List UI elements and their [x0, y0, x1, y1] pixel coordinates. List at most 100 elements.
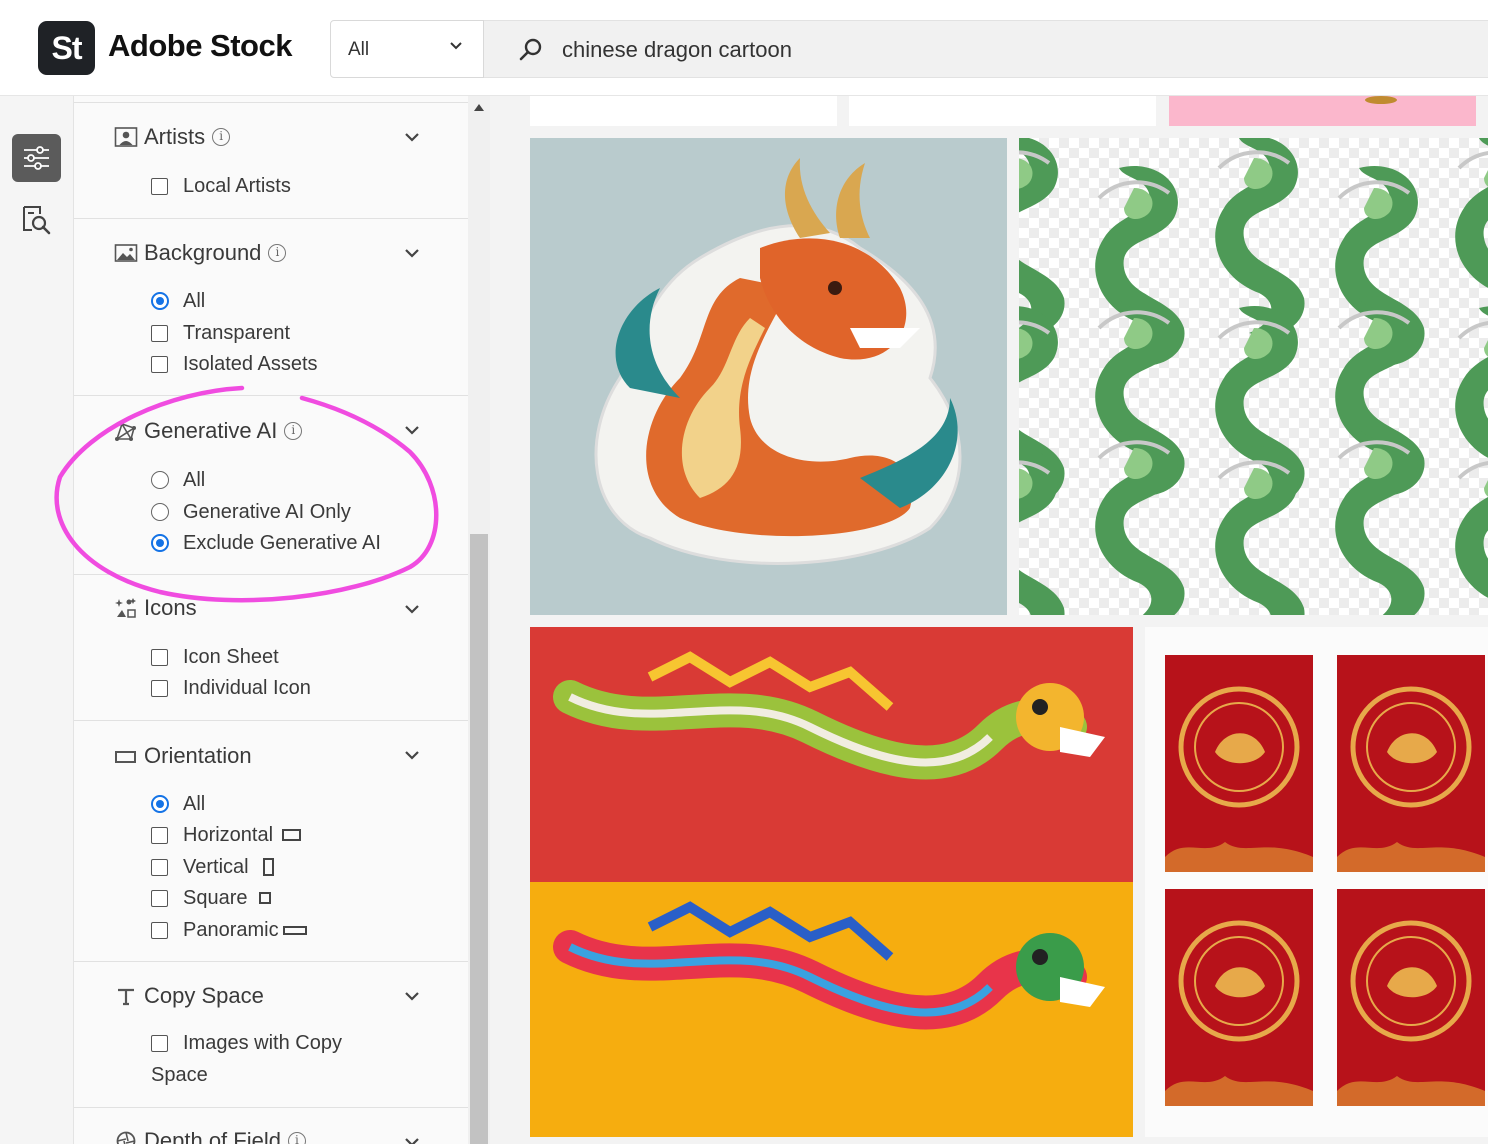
- filter-section-orientation: Orientation All Horizontal Vertical Squa…: [74, 720, 468, 962]
- adobe-stock-logo[interactable]: St: [38, 21, 95, 75]
- option-label: Panoramic: [183, 918, 279, 941]
- checkbox[interactable]: [151, 679, 168, 697]
- background-header[interactable]: Background i: [114, 238, 287, 268]
- filter-panel: Artists i Local Artists Background i All…: [74, 96, 468, 1144]
- section-title: Generative AI: [144, 418, 278, 443]
- content-type-value: All: [348, 39, 370, 60]
- checkbox-square[interactable]: Square: [151, 885, 271, 911]
- icons-header[interactable]: Icons: [114, 593, 197, 623]
- radio-button[interactable]: [151, 534, 169, 552]
- checkbox-isolated-assets[interactable]: Isolated Assets: [151, 351, 318, 377]
- results-grid: [490, 96, 1488, 1144]
- search-input[interactable]: chinese dragon cartoon: [562, 37, 792, 63]
- visual-search-icon[interactable]: [20, 204, 52, 236]
- option-label: Square: [183, 886, 248, 909]
- chevron-down-icon[interactable]: [404, 988, 420, 1004]
- option-label: All: [183, 468, 206, 491]
- copy-space-header[interactable]: Copy Space: [114, 981, 264, 1011]
- checkbox-panoramic[interactable]: Panoramic: [151, 917, 307, 943]
- chevron-down-icon[interactable]: [404, 1134, 420, 1144]
- checkbox[interactable]: [151, 355, 168, 373]
- checkbox[interactable]: [151, 324, 168, 342]
- artist-portrait-icon: [114, 127, 138, 147]
- orientation-rectangle-icon: [115, 751, 136, 763]
- scroll-up-arrow-icon[interactable]: [474, 104, 484, 111]
- checkbox[interactable]: [151, 648, 168, 666]
- section-title: Orientation: [144, 743, 252, 768]
- option-label: All: [183, 792, 206, 815]
- filter-section-generative-ai: Generative AI i All Generative AI Only E…: [74, 395, 468, 575]
- content-type-select[interactable]: All: [330, 20, 484, 78]
- radio-button[interactable]: [151, 471, 169, 489]
- radio-exclude-generative[interactable]: Exclude Generative AI: [151, 530, 381, 556]
- checkbox[interactable]: [151, 921, 168, 939]
- scrollbar-thumb[interactable]: [470, 534, 488, 1144]
- left-rail: [0, 96, 74, 1144]
- generative-ai-header[interactable]: Generative AI i: [114, 416, 303, 446]
- checkbox[interactable]: [151, 826, 168, 844]
- result-tile-partial[interactable]: [849, 96, 1156, 126]
- radio-orientation-all[interactable]: All: [151, 791, 205, 817]
- checkbox-vertical[interactable]: Vertical: [151, 854, 274, 880]
- checkbox-individual-icon[interactable]: Individual Icon: [151, 675, 311, 701]
- result-tile-partial[interactable]: [530, 96, 837, 126]
- option-label: Space: [151, 1063, 208, 1086]
- chevron-down-icon[interactable]: [404, 129, 420, 145]
- option-label: Images with Copy: [183, 1031, 342, 1054]
- chevron-down-icon: [450, 42, 462, 50]
- checkbox[interactable]: [151, 1034, 168, 1052]
- result-image: [1365, 96, 1397, 104]
- text-type-icon: [118, 988, 134, 1006]
- checkbox[interactable]: [151, 889, 168, 907]
- option-label: Icon Sheet: [183, 645, 279, 668]
- checkbox-local-artists[interactable]: Local Artists: [151, 173, 291, 199]
- checkbox-transparent[interactable]: Transparent: [151, 320, 290, 346]
- info-icon[interactable]: i: [284, 422, 303, 440]
- radio-generative-only[interactable]: Generative AI Only: [151, 499, 351, 525]
- radio-generative-all[interactable]: All: [151, 467, 205, 493]
- checkbox-images-with-copy-space[interactable]: Images with Copy: [151, 1030, 342, 1056]
- result-image: [530, 627, 1133, 1137]
- result-tile-new-year-cards[interactable]: [1145, 627, 1488, 1137]
- chevron-down-icon[interactable]: [404, 601, 420, 617]
- depth-of-field-header[interactable]: Depth of Field i: [114, 1126, 306, 1144]
- checkbox-icon-sheet[interactable]: Icon Sheet: [151, 644, 279, 670]
- filters-toggle-button[interactable]: [12, 134, 61, 182]
- search-bar[interactable]: chinese dragon cartoon: [484, 20, 1488, 78]
- filter-scrollbar[interactable]: [468, 96, 490, 1144]
- result-tile-dancing-dragons[interactable]: [530, 627, 1133, 1137]
- result-tile-green-dragon-pattern[interactable]: [1019, 138, 1488, 615]
- result-image: [1165, 655, 1485, 1106]
- top-header: St Adobe Stock All chinese dragon cartoo…: [0, 0, 1488, 96]
- option-label: Exclude Generative AI: [183, 531, 381, 554]
- chevron-down-icon[interactable]: [404, 422, 420, 438]
- orientation-header[interactable]: Orientation: [114, 741, 252, 771]
- info-icon[interactable]: i: [212, 128, 231, 146]
- radio-button[interactable]: [151, 795, 169, 813]
- checkbox[interactable]: [151, 177, 168, 195]
- option-label: Local Artists: [183, 174, 291, 197]
- checkbox-horizontal[interactable]: Horizontal: [151, 822, 302, 848]
- artists-header[interactable]: Artists i: [114, 122, 231, 152]
- chevron-down-icon[interactable]: [404, 747, 420, 763]
- brand-name[interactable]: Adobe Stock: [108, 28, 292, 64]
- option-label: Generative AI Only: [183, 500, 351, 523]
- checkbox[interactable]: [151, 858, 168, 876]
- radio-background-all[interactable]: All: [151, 288, 205, 314]
- option-label: Horizontal: [183, 823, 274, 846]
- info-icon[interactable]: i: [268, 244, 287, 262]
- option-label: Transparent: [183, 321, 291, 344]
- section-title: Icons: [144, 595, 197, 620]
- option-label-continued: Space: [151, 1062, 208, 1088]
- search-icon: [519, 38, 542, 61]
- radio-button[interactable]: [151, 503, 169, 521]
- radio-button[interactable]: [151, 292, 169, 310]
- chevron-down-icon[interactable]: [404, 245, 420, 261]
- filter-section-depth-of-field: Depth of Field i: [74, 1107, 468, 1144]
- filter-section-artists: Artists i Local Artists: [74, 102, 468, 219]
- result-tile-dragon-sticker[interactable]: [530, 138, 1007, 615]
- option-label: All: [183, 289, 206, 312]
- result-image: [1019, 138, 1488, 615]
- info-icon[interactable]: i: [287, 1132, 306, 1144]
- result-tile-partial[interactable]: [1169, 96, 1476, 126]
